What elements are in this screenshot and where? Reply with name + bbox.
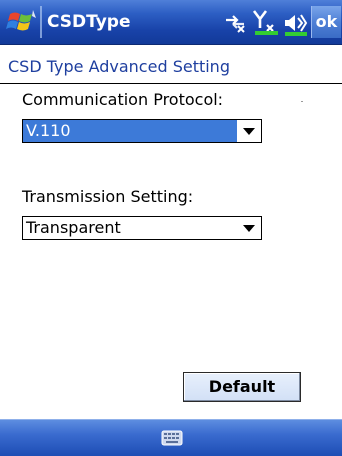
transmission-value: Transparent: [26, 218, 121, 237]
page-title: CSD Type Advanced Setting: [8, 57, 230, 76]
stray-pixel: [301, 101, 303, 102]
signal-strength-icon[interactable]: [252, 8, 280, 36]
protocol-dropdown[interactable]: V.110: [22, 119, 262, 143]
windows-start-icon[interactable]: [6, 6, 38, 38]
protocol-value: V.110: [23, 120, 237, 142]
transmission-label: Transmission Setting:: [22, 187, 194, 206]
chevron-down-icon[interactable]: [237, 120, 261, 142]
menu-bar: [0, 419, 342, 456]
chevron-down-icon[interactable]: [237, 217, 261, 239]
app-title: CSDType: [47, 12, 131, 32]
header-divider: [0, 83, 342, 84]
title-separator: [40, 6, 42, 38]
volume-icon[interactable]: [283, 10, 309, 36]
protocol-label: Communication Protocol:: [22, 90, 224, 109]
ok-button[interactable]: ok: [311, 6, 341, 38]
title-bar: CSDType ok: [0, 0, 342, 45]
default-button[interactable]: Default: [183, 372, 301, 402]
transmission-dropdown[interactable]: Transparent: [22, 216, 262, 240]
keyboard-icon[interactable]: [161, 428, 183, 448]
connectivity-icon[interactable]: [223, 12, 247, 34]
